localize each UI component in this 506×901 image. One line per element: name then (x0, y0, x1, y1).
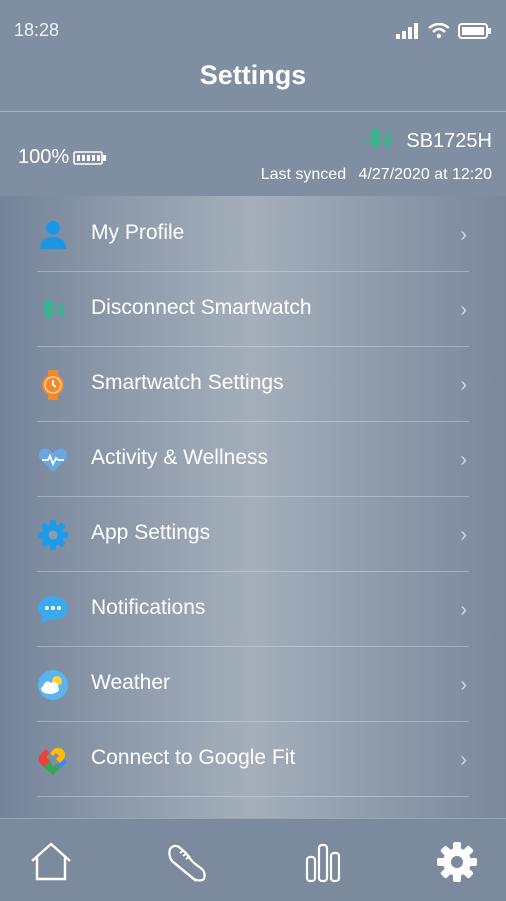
chevron-right-icon: › (460, 449, 467, 471)
menu-item-my-profile[interactable]: My Profile › (37, 196, 469, 272)
weather-icon (38, 670, 68, 700)
last-synced-value: 4/27/2020 at 12:20 (358, 166, 492, 183)
chat-bubble-icon (38, 596, 68, 624)
menu-item-notifications[interactable]: Notifications › (37, 571, 469, 647)
device-name-row: SB1725H (360, 126, 492, 156)
person-icon (40, 221, 66, 249)
menu-item-label: App Settings (91, 521, 211, 544)
menu-item-weather[interactable]: Weather › (37, 646, 469, 722)
signal-icon (396, 23, 418, 39)
home-icon[interactable] (28, 839, 74, 885)
menu-item-google-fit[interactable]: Connect to Google Fit › (37, 721, 469, 797)
shoe-icon[interactable] (164, 839, 210, 885)
bottom-navigation (0, 818, 506, 901)
settings-menu: My Profile › Disconnect Smartwatch › Sma… (0, 196, 506, 818)
menu-item-label: Smartwatch Settings (91, 371, 284, 394)
chevron-right-icon: › (460, 299, 467, 321)
watch-battery-icon (73, 150, 107, 165)
menu-item-label: Connect to Google Fit (91, 746, 296, 769)
chevron-right-icon: › (460, 674, 467, 696)
bluetooth-connected-icon (362, 127, 392, 150)
heart-pulse-icon (39, 448, 67, 472)
menu-item-label: Notifications (91, 596, 206, 619)
menu-item-smartwatch-settings[interactable]: Smartwatch Settings › (37, 346, 469, 422)
menu-item-label: Disconnect Smartwatch (91, 296, 312, 319)
chevron-right-icon: › (460, 749, 467, 771)
status-bar: 18:28 (0, 0, 506, 62)
menu-item-label: My Profile (91, 221, 185, 244)
chevron-right-icon: › (460, 599, 467, 621)
menu-item-label: Activity & Wellness (91, 446, 268, 469)
gear-icon (38, 520, 68, 550)
last-synced: Last synced 4/27/2020 at 12:20 (261, 166, 492, 184)
menu-item-app-settings[interactable]: App Settings › (37, 496, 469, 572)
page-title: Settings (199, 60, 307, 90)
menu-item-activity-wellness[interactable]: Activity & Wellness › (37, 421, 469, 497)
device-info: 100% SB1725H Last synced 4/27/2020 at 12… (0, 112, 506, 196)
bluetooth-icon (42, 298, 64, 320)
google-fit-icon (38, 747, 67, 775)
watch-battery: 100% (18, 146, 107, 169)
device-name: SB1725H (406, 129, 492, 152)
settings-nav-icon[interactable] (434, 839, 480, 885)
chevron-right-icon: › (460, 524, 467, 546)
battery-icon (458, 23, 491, 39)
watch-icon (42, 370, 64, 400)
chevron-right-icon: › (460, 374, 467, 396)
menu-item-disconnect-smartwatch[interactable]: Disconnect Smartwatch › (37, 271, 469, 347)
chevron-right-icon: › (460, 224, 467, 246)
last-synced-label: Last synced (260, 166, 347, 183)
menu-item-label: Weather (91, 671, 170, 694)
status-icons (396, 20, 492, 42)
bar-chart-icon[interactable] (300, 839, 346, 885)
top-header: 18:28 Settings 100% SB1725H Last synced … (0, 0, 506, 196)
status-time: 18:28 (14, 20, 60, 40)
wifi-icon (428, 23, 450, 39)
watch-battery-percent: 100% (18, 146, 70, 168)
